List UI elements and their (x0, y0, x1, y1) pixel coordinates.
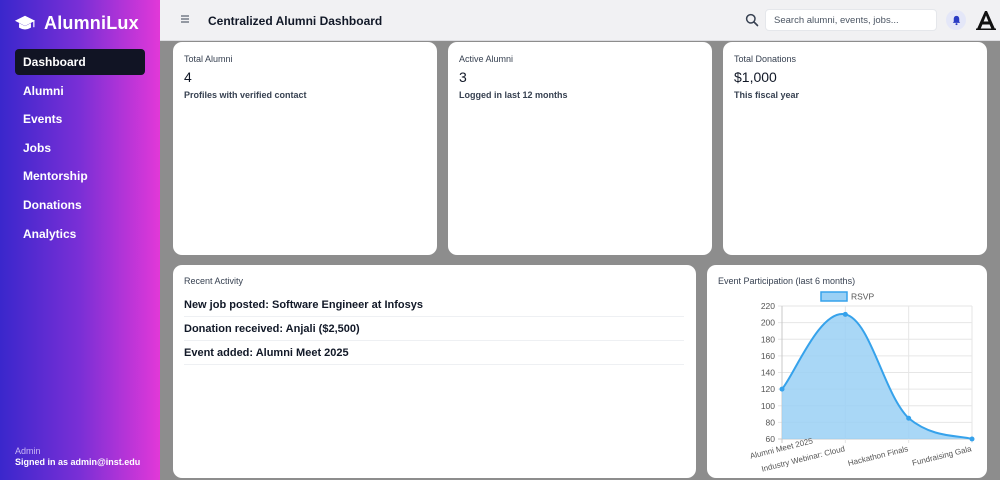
recent-activity-card: Recent Activity New job posted: Software… (173, 265, 696, 478)
sidebar-item-donations[interactable]: Donations (15, 192, 145, 218)
y-tick-label: 80 (766, 417, 776, 427)
stat-value: 3 (459, 69, 467, 85)
y-tick-label: 220 (761, 301, 775, 311)
stat-card-total-alumni: Total Alumni 4 Profiles with verified co… (173, 42, 437, 255)
signed-in-text: Signed in as admin@inst.edu (15, 457, 141, 467)
stat-card-active-alumni: Active Alumni 3 Logged in last 12 months (448, 42, 712, 255)
graduation-cap-icon (14, 15, 36, 29)
y-tick-label: 180 (761, 334, 775, 344)
x-tick-label: Fundraising Gala (911, 444, 973, 468)
page-title: Centralized Alumni Dashboard (208, 14, 383, 28)
notifications-button[interactable] (946, 10, 966, 30)
stat-subtext: Logged in last 12 months (459, 90, 568, 100)
data-point (906, 415, 912, 421)
stat-value: $1,000 (734, 69, 777, 85)
sidebar-item-mentorship[interactable]: Mentorship (15, 163, 145, 189)
y-tick-label: 120 (761, 384, 775, 394)
data-point (779, 386, 785, 392)
stat-label: Total Alumni (184, 54, 233, 64)
recent-activity-title: Recent Activity (184, 276, 244, 286)
y-tick-label: 140 (761, 368, 775, 378)
data-point (842, 311, 848, 317)
sidebar-item-events[interactable]: Events (15, 106, 145, 132)
stat-label: Active Alumni (459, 54, 514, 64)
x-tick-label: Hackathon Finals (847, 444, 909, 468)
stat-subtext: This fiscal year (734, 90, 800, 100)
stat-label: Total Donations (734, 54, 797, 64)
data-point (969, 436, 975, 442)
sidebar-item-analytics[interactable]: Analytics (15, 221, 145, 247)
sidebar-item-dashboard[interactable]: Dashboard (15, 49, 145, 75)
activity-list: New job posted: Software Engineer at Inf… (184, 293, 684, 365)
top-header: Centralized Alumni Dashboard (160, 0, 1000, 41)
series-area (782, 313, 972, 439)
event-participation-chart: 6080100120140160180200220Alumni Meet 202… (749, 291, 975, 474)
stat-value: 4 (184, 69, 192, 85)
legend-label: RSVP (851, 292, 874, 302)
legend-swatch (820, 291, 848, 302)
y-tick-label: 100 (761, 401, 775, 411)
user-role: Admin (15, 446, 41, 456)
event-participation-card: Event Participation (last 6 months) 60 80… (707, 265, 987, 478)
activity-item: New job posted: Software Engineer at Inf… (184, 293, 684, 317)
sidebar-nav: Dashboard Alumni Events Jobs Mentorship … (15, 49, 145, 249)
stat-subtext: Profiles with verified contact (184, 90, 307, 100)
y-tick-label: 200 (761, 318, 775, 328)
search-input[interactable] (765, 9, 937, 31)
activity-item: Event added: Alumni Meet 2025 (184, 341, 684, 365)
logo-avatar[interactable] (974, 8, 998, 32)
sidebar-footer: Admin Signed in as admin@inst.edu (15, 446, 140, 468)
bell-icon (952, 15, 960, 25)
brand-name: AlumniLux (44, 13, 139, 33)
brand[interactable]: AlumniLux (14, 13, 139, 34)
sidebar: AlumniLux Dashboard Alumni Events Jobs M… (0, 0, 160, 480)
stat-card-total-donations: Total Donations $1,000 This fiscal year (723, 42, 987, 255)
hamburger-menu-icon[interactable] (180, 14, 190, 24)
sidebar-item-alumni[interactable]: Alumni (15, 78, 145, 104)
y-tick-label: 160 (761, 351, 775, 361)
search-icon[interactable] (745, 13, 759, 27)
sidebar-item-jobs[interactable]: Jobs (15, 135, 145, 161)
activity-item: Donation received: Anjali ($2,500) (184, 317, 684, 341)
y-tick-label: 60 (766, 434, 776, 444)
